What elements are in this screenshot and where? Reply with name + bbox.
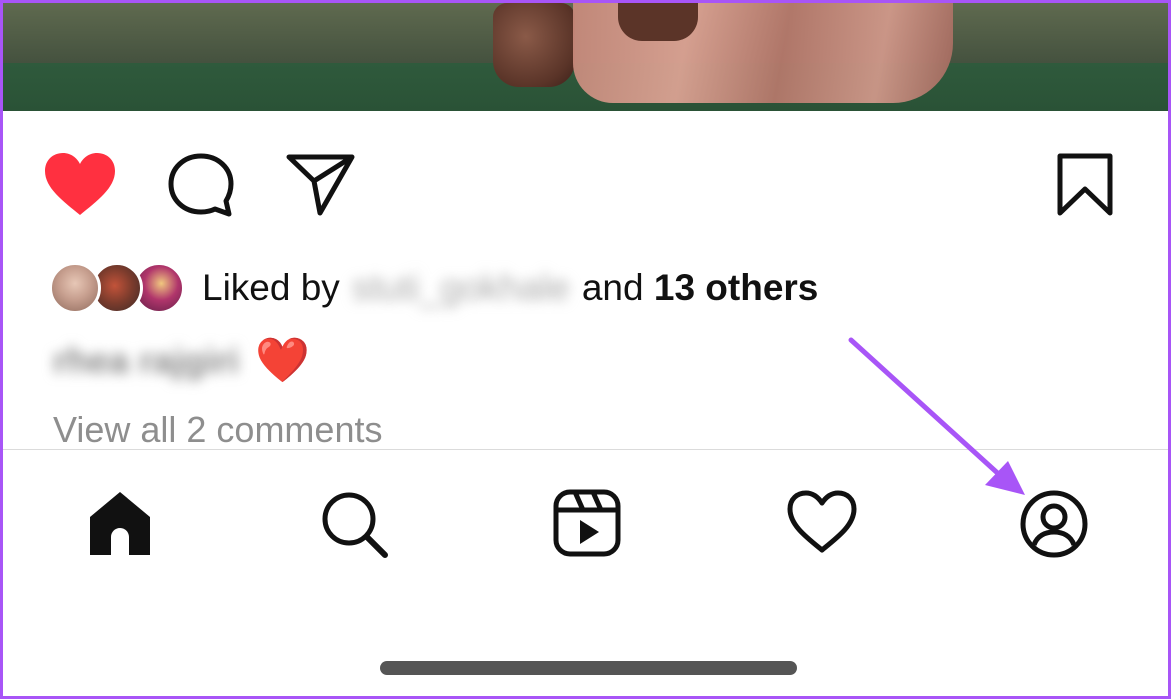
nav-activity-button[interactable] [786, 489, 858, 555]
nav-profile-button[interactable] [1019, 489, 1089, 559]
home-indicator[interactable] [380, 661, 797, 675]
post-image-shoe [493, 3, 575, 87]
liker-avatars [49, 260, 185, 316]
heart-filled-icon [45, 153, 115, 215]
save-button[interactable] [1056, 153, 1114, 217]
nav-home-button[interactable] [86, 489, 154, 557]
send-icon [286, 154, 355, 216]
liked-by-row[interactable]: Liked by stuti_gokhale and 13 others [49, 258, 818, 318]
divider [3, 449, 1168, 450]
comment-icon [168, 153, 234, 217]
nav-reels-button[interactable] [553, 489, 621, 557]
nav-search-button[interactable] [319, 489, 389, 559]
caption-row: rhea rajgiri ❤️ [53, 331, 310, 391]
heart-icon [787, 490, 857, 553]
avatar [49, 262, 101, 314]
bookmark-icon [1057, 153, 1113, 216]
liked-by-prefix: Liked by [202, 267, 340, 308]
home-icon [90, 492, 150, 555]
comment-button[interactable] [166, 151, 236, 221]
post-action-bar [3, 111, 1168, 251]
liked-by-username[interactable]: stuti_gokhale [352, 267, 570, 309]
profile-icon [1020, 490, 1088, 558]
caption-username[interactable]: rhea rajgiri [53, 340, 239, 382]
post-image[interactable] [3, 3, 1168, 111]
liked-by-text: Liked by stuti_gokhale and 13 others [202, 267, 818, 309]
caption-heart-emoji: ❤️ [255, 336, 310, 385]
search-icon [322, 492, 388, 558]
liked-by-and: and [581, 267, 644, 308]
liked-by-others[interactable]: 13 others [654, 267, 819, 308]
share-button[interactable] [286, 153, 356, 217]
post-image-shoe-right [618, 3, 698, 41]
app-frame: Liked by stuti_gokhale and 13 others rhea … [0, 0, 1171, 699]
reels-icon [553, 489, 621, 557]
view-comments-link[interactable]: View all 2 comments [53, 409, 382, 451]
like-button[interactable] [43, 151, 117, 217]
